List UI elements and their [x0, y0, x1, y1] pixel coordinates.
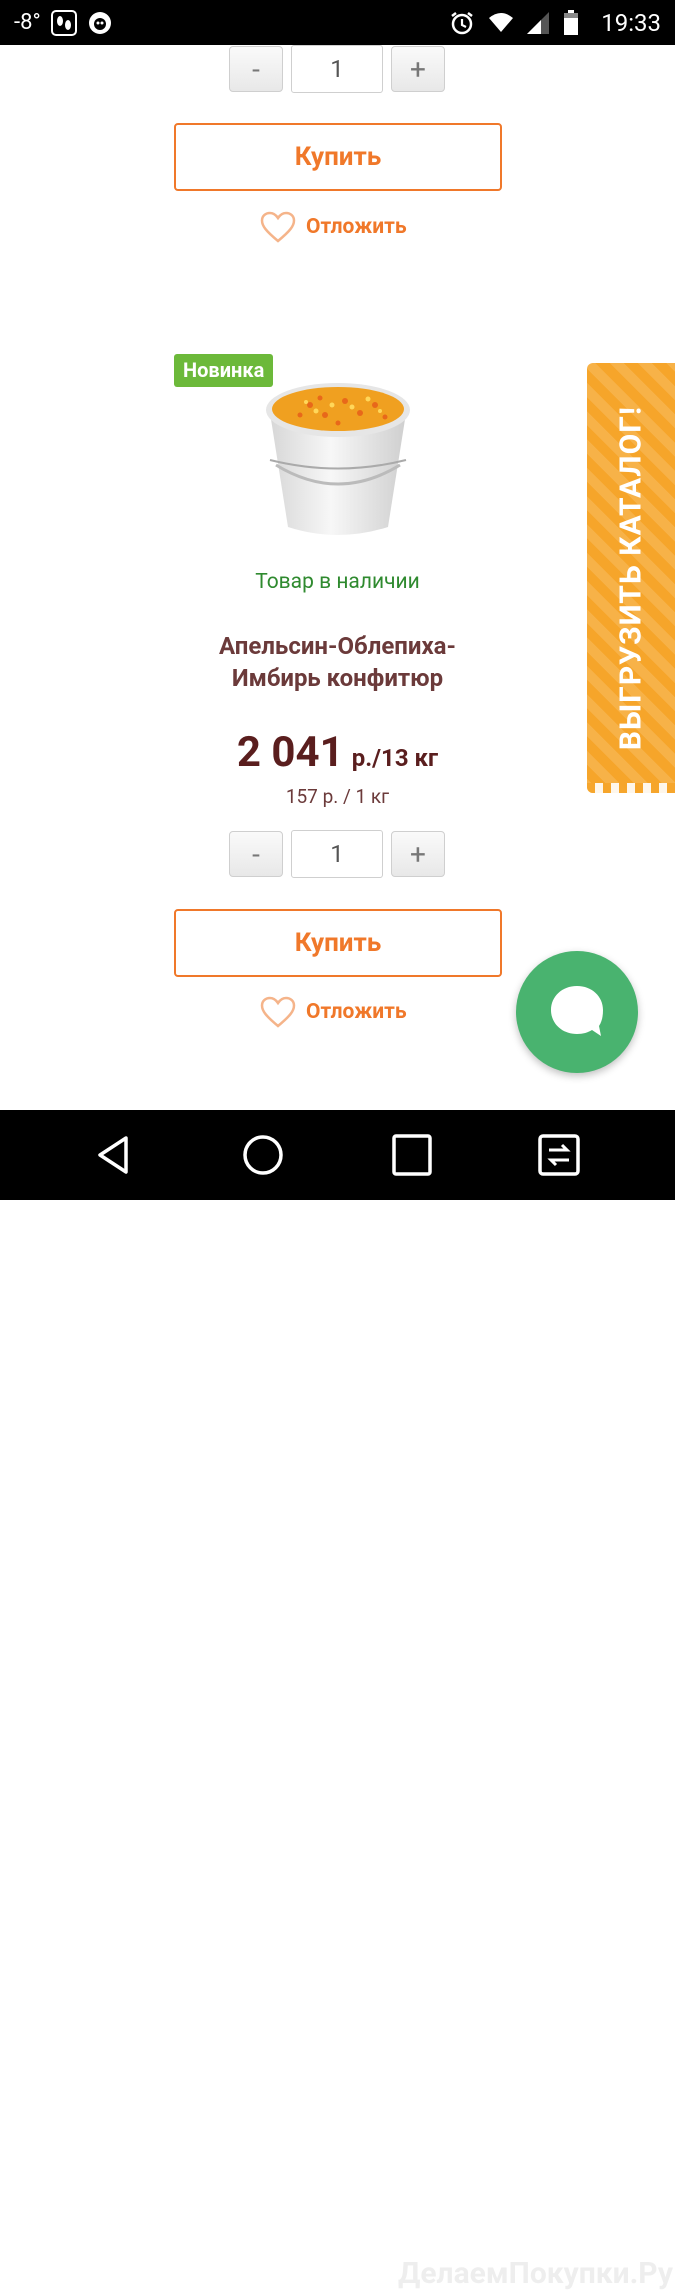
dr-web-icon	[87, 10, 113, 36]
unit-price: 157 р. / 1 кг	[285, 785, 390, 808]
battery-icon	[563, 9, 589, 36]
recents-icon[interactable]	[386, 1130, 436, 1180]
watermark: ДелаемПокупки.Ру	[398, 2256, 673, 2291]
defer-label: Отложить	[306, 1000, 407, 1024]
download-catalog-banner[interactable]: ВЫГРУЗИТЬ КАТАЛОГ!	[587, 363, 675, 793]
price-unit: р./13 кг	[351, 744, 439, 772]
banner-label: ВЫГРУЗИТЬ КАТАЛОГ!	[613, 405, 649, 751]
decrease-button[interactable]: -	[229, 46, 283, 92]
heart-icon	[260, 211, 296, 243]
buy-button[interactable]: Купить	[174, 123, 502, 191]
stock-status: Товар в наличии	[255, 570, 420, 594]
status-bar: -8° 19:33	[0, 0, 675, 45]
chat-bubble-icon	[551, 986, 603, 1036]
wifi-icon	[487, 10, 514, 36]
product-image[interactable]	[250, 365, 425, 545]
heart-icon	[260, 996, 296, 1028]
product-list: - 1 + Купить Отложить Новинка Товар в на…	[0, 45, 675, 1110]
defer-button[interactable]: Отложить	[260, 211, 407, 243]
back-icon[interactable]	[90, 1130, 140, 1180]
quantity-input[interactable]: 1	[291, 830, 383, 878]
navigation-bar: ДелаемПокупки.Ру	[0, 1110, 675, 2291]
product-price: 2 041 р./13 кг	[0, 728, 675, 777]
footprints-icon	[50, 9, 77, 36]
decrease-button[interactable]: -	[229, 831, 283, 877]
quantity-stepper: - 1 +	[229, 830, 445, 878]
increase-button[interactable]: +	[391, 46, 445, 92]
quantity-input[interactable]: 1	[291, 45, 383, 93]
price-value: 2 041	[236, 728, 344, 777]
defer-button[interactable]: Отложить	[260, 996, 407, 1028]
switch-app-icon[interactable]	[534, 1130, 584, 1180]
signal-icon	[525, 10, 551, 36]
chat-button[interactable]	[516, 951, 638, 1073]
defer-label: Отложить	[306, 215, 407, 239]
banner-edge	[587, 783, 675, 793]
home-icon[interactable]	[238, 1130, 288, 1180]
clock: 19:33	[601, 8, 661, 37]
buy-button[interactable]: Купить	[174, 909, 502, 977]
product-title[interactable]: Апельсин-Облепиха- Имбирь конфитюр	[160, 630, 515, 694]
temperature: -8°	[14, 10, 41, 35]
quantity-stepper: - 1 +	[229, 45, 445, 93]
alarm-icon	[449, 10, 475, 36]
increase-button[interactable]: +	[391, 831, 445, 877]
